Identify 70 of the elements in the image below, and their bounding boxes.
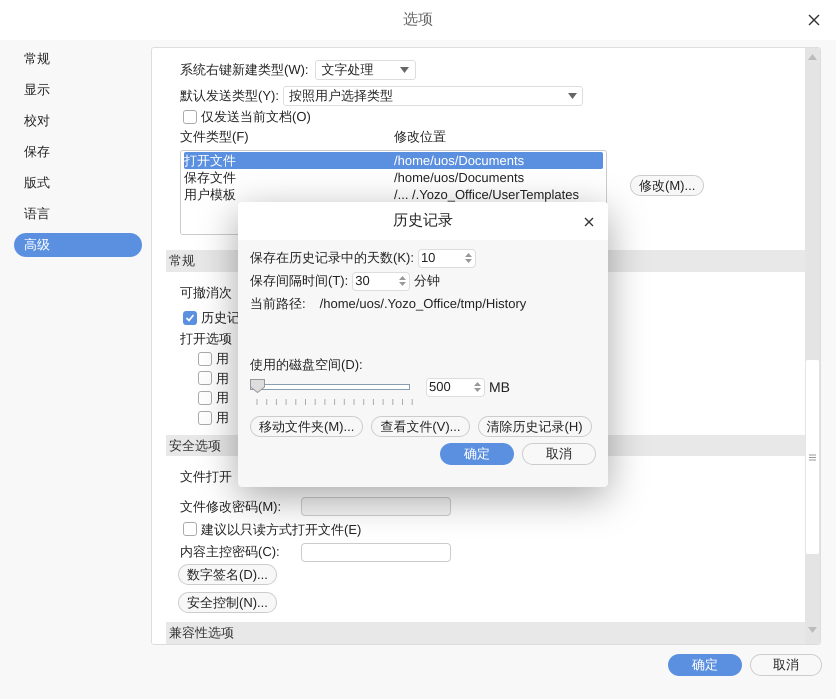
- dropdown-arrow-icon: [568, 92, 577, 98]
- unit-label: MB: [489, 378, 510, 396]
- spinner-arrows-icon[interactable]: [399, 275, 406, 287]
- checkbox[interactable]: [198, 352, 212, 366]
- dropdown[interactable]: 文字处理: [314, 60, 416, 80]
- sidebar-item[interactable]: 版式: [14, 171, 142, 195]
- close-icon[interactable]: [808, 14, 820, 26]
- password-field[interactable]: [301, 542, 451, 562]
- unit-label: 分钟: [414, 272, 440, 290]
- field-label: 使用的磁盘空间(D):: [250, 356, 363, 374]
- field-label: 文件打开: [180, 468, 232, 486]
- field-label: 系统右键新建类型(W):: [180, 61, 309, 80]
- cancel-button[interactable]: 取消: [750, 654, 822, 676]
- file-row[interactable]: 保存文件 /home/uos/Documents: [184, 169, 603, 186]
- column-header: 修改位置: [394, 128, 446, 146]
- modify-button[interactable]: 修改(M)...: [630, 175, 704, 196]
- field-label: 默认发送类型(Y):: [180, 86, 279, 105]
- spinner-arrows-icon[interactable]: [474, 381, 481, 393]
- checkbox[interactable]: [198, 390, 212, 405]
- checkmark-icon: [185, 313, 195, 324]
- checkbox-label: 建议以只读方式打开文件(E): [201, 520, 362, 539]
- field-label: 文件修改密码(M):: [180, 498, 282, 516]
- field-label: 可撤消次: [180, 284, 232, 302]
- scrollbar-thumb[interactable]: [806, 360, 819, 554]
- scroll-up-icon[interactable]: [808, 54, 817, 60]
- interval-spinbox[interactable]: 30: [352, 272, 410, 290]
- column-header: 文件类型(F): [180, 128, 250, 146]
- close-icon[interactable]: [584, 217, 594, 227]
- slider-ticks-icon: [256, 399, 414, 406]
- field-label: 当前路径:: [250, 295, 306, 314]
- sidebar-item[interactable]: 校对: [14, 109, 142, 133]
- history-action-button[interactable]: 移动文件夹(M)...: [250, 416, 364, 437]
- disk-spinbox[interactable]: 500: [426, 378, 485, 396]
- password-field[interactable]: [301, 497, 451, 516]
- scrollbar[interactable]: [805, 48, 820, 644]
- sidebar-item[interactable]: 显示: [14, 78, 142, 102]
- history-action-button[interactable]: 清除历史记录(H): [478, 416, 592, 437]
- slider-thumb[interactable]: [250, 379, 265, 393]
- field-label: 保存间隔时间(T):: [250, 272, 348, 290]
- file-row[interactable]: 用户模板 /... /.Yozo_Office/UserTemplates: [184, 186, 603, 204]
- spinner-arrows-icon[interactable]: [464, 252, 472, 264]
- option-label: 用: [216, 370, 229, 388]
- security-control-button[interactable]: 安全控制(N)...: [178, 592, 277, 613]
- window-title: 选项: [403, 10, 433, 30]
- checkbox[interactable]: [198, 371, 212, 386]
- scroll-down-icon[interactable]: [808, 627, 817, 633]
- history-action-button[interactable]: 查看文件(V)...: [371, 416, 470, 437]
- field-label: 打开选项: [180, 330, 232, 348]
- section-header: 兼容性选项: [166, 622, 805, 644]
- checkbox[interactable]: [198, 410, 212, 425]
- option-label: 用: [216, 350, 229, 368]
- grip-icon: [809, 454, 816, 460]
- sidebar-item[interactable]: 语言: [14, 202, 142, 226]
- checkbox-label: 仅发送当前文档(O): [201, 108, 311, 126]
- option-label: 用: [216, 389, 229, 408]
- dialog-title: 历史记录: [393, 210, 453, 231]
- option-label: 用: [216, 408, 229, 427]
- sidebar-item[interactable]: 常规: [14, 47, 142, 71]
- checkbox[interactable]: [183, 110, 197, 124]
- cancel-button[interactable]: 取消: [522, 443, 596, 465]
- dropdown[interactable]: 按照用户选择类型: [282, 86, 583, 106]
- days-spinbox[interactable]: 10: [418, 248, 476, 268]
- digital-signature-button[interactable]: 数字签名(D)...: [178, 564, 277, 586]
- checkbox[interactable]: [183, 311, 197, 326]
- field-label: 内容主控密码(C):: [180, 543, 281, 562]
- checkbox[interactable]: [183, 522, 197, 536]
- path-text: /home/uos/.Yozo_Office/tmp/History: [320, 295, 526, 314]
- field-label: 保存在历史记录中的天数(K):: [250, 249, 414, 268]
- dropdown-arrow-icon: [400, 66, 409, 73]
- sidebar-item[interactable]: 保存: [14, 140, 142, 164]
